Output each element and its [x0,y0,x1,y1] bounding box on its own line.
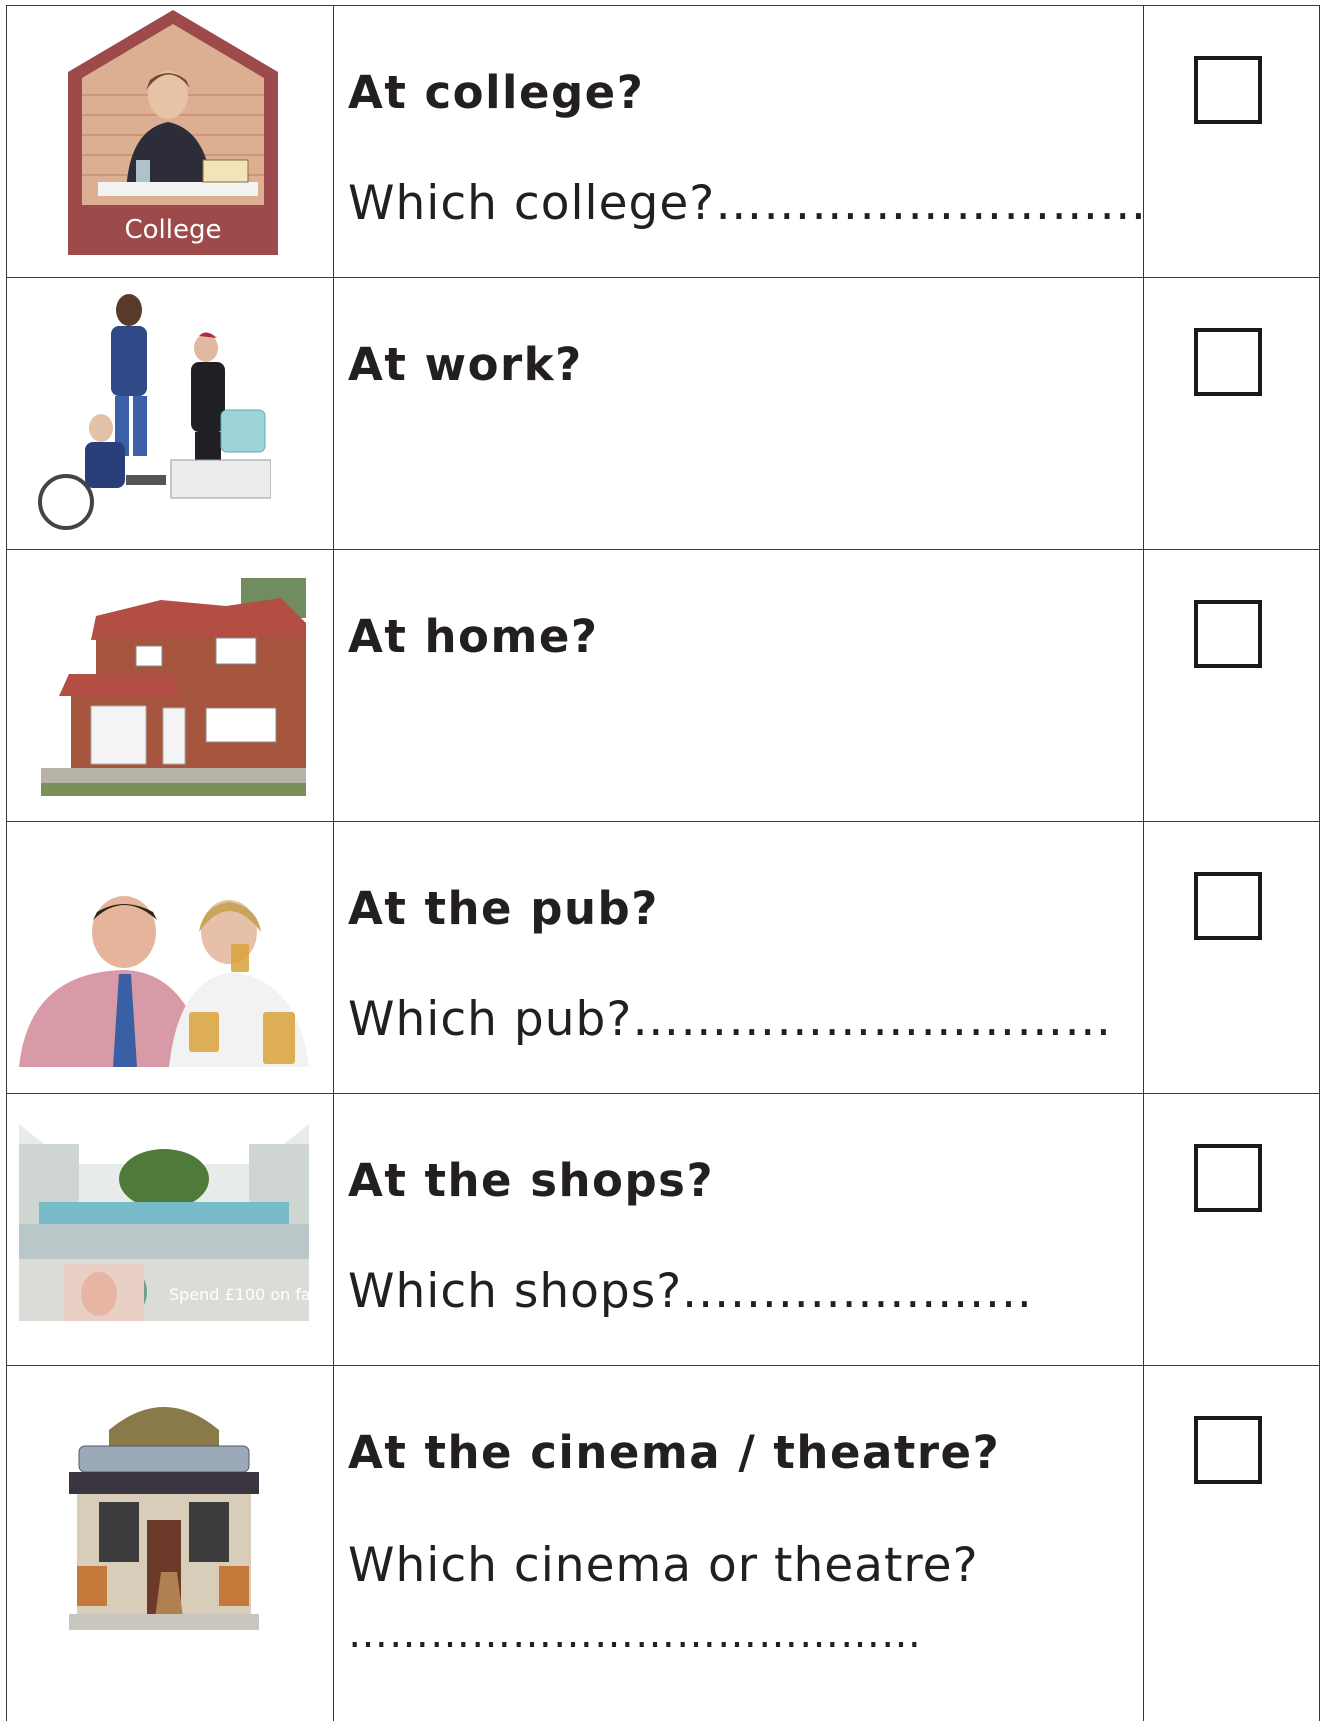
cinema-picture [69,1390,259,1630]
question-cinema-theatre: At the cinema / theatre? [348,1426,1001,1479]
question-home: At home? [348,610,599,663]
follow-up-college: Which college?……………………… [348,176,1148,231]
checkbox-cell [1143,277,1320,550]
picture-cell [6,549,334,822]
follow-up-pub: Which pub?………………………… [348,992,1113,1047]
question-cell: At work? [333,277,1144,550]
table-row: At the pub? Which pub?………………………… [6,821,1320,1094]
question-shops: At the shops? [348,1154,715,1207]
table-row: College At college? Which college?………………… [6,5,1320,278]
picture-cell [6,277,334,550]
checkbox-cell [1143,549,1320,822]
house-picture [41,578,306,796]
answer-line-cinema-theatre[interactable]: …………………………………… [348,1611,922,1657]
shops-picture: Spend £100 on fas [19,1124,309,1321]
question-cell: At home? [333,549,1144,822]
checkbox-cinema-theatre[interactable] [1194,1416,1262,1484]
checkbox-home[interactable] [1194,600,1262,668]
shop-banner-text: Spend £100 on fas [169,1285,309,1304]
question-college: At college? [348,66,645,119]
checkbox-shops[interactable] [1194,1144,1262,1212]
picture-cell: College [6,5,334,278]
question-work: At work? [348,338,583,391]
checkbox-work[interactable] [1194,328,1262,396]
pub-picture [19,892,324,1067]
table-row: At home? [6,549,1320,822]
table-row: Spend £100 on fas At the shops? Which sh… [6,1093,1320,1366]
question-cell: At the pub? Which pub?………………………… [333,821,1144,1094]
checkbox-cell [1143,821,1320,1094]
question-cell: At the shops? Which shops?..............… [333,1093,1144,1366]
picture-cell [6,821,334,1094]
picture-cell: Spend £100 on fas [6,1093,334,1366]
checkbox-college[interactable] [1194,56,1262,124]
checkbox-cell [1143,1365,1320,1721]
checkbox-cell [1143,5,1320,278]
table-row: At the cinema / theatre? Which cinema or… [6,1365,1320,1721]
question-pub: At the pub? [348,882,659,935]
checkbox-cell [1143,1093,1320,1366]
question-cell: At college? Which college?……………………… [333,5,1148,278]
picture-cell [6,1365,334,1721]
checkbox-pub[interactable] [1194,872,1262,940]
table-row: At work? [6,277,1320,550]
work-picture [21,290,271,530]
question-cell: At the cinema / theatre? Which cinema or… [333,1365,1144,1721]
places-table: College At college? Which college?………………… [6,5,1320,1721]
follow-up-shops: Which shops?...................... [348,1264,1033,1319]
college-sign-label: College [124,215,221,245]
activity-form: College At college? Which college?………………… [6,5,1320,1721]
college-picture: College [68,10,278,255]
follow-up-cinema-theatre: Which cinema or theatre? [348,1538,979,1593]
